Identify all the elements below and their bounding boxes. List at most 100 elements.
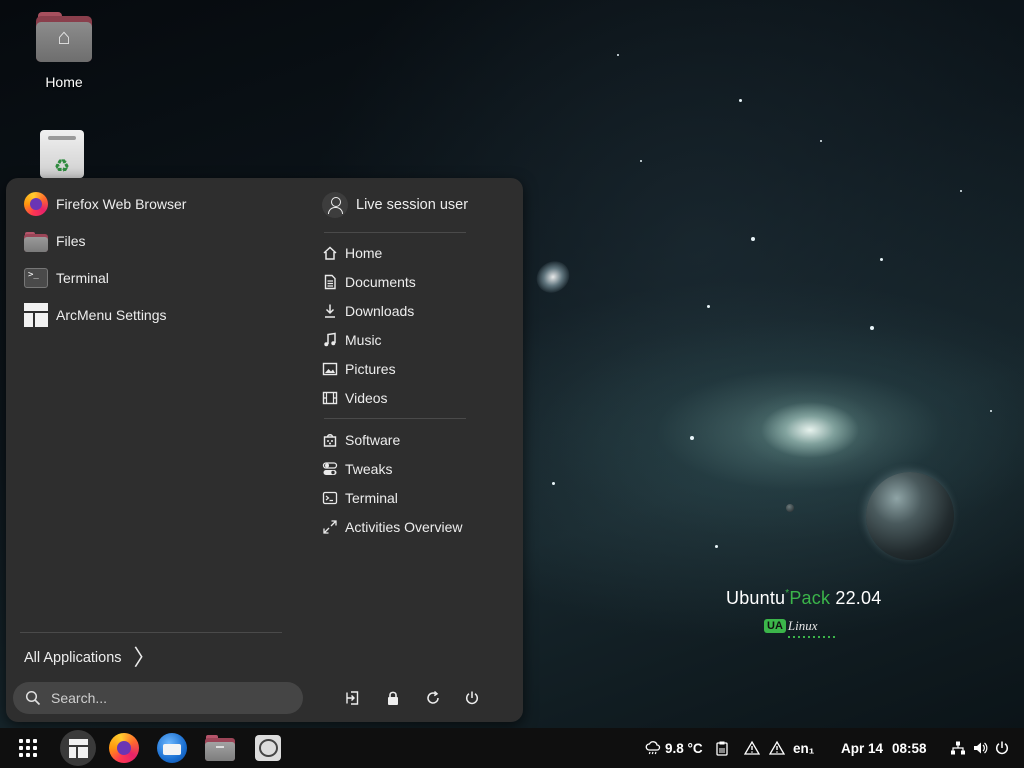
taskbar-firefox[interactable] [108,732,140,764]
brand-version: 22.04 [835,588,882,608]
taskbar-files[interactable] [204,732,236,764]
user-account-button[interactable]: Live session user [322,190,492,220]
search-box[interactable] [13,682,303,714]
software-icon [322,432,338,448]
place-label: Music [345,332,382,348]
lock-icon [388,691,398,705]
place-label: Pictures [345,361,396,377]
shortcut-tweaks[interactable]: Tweaks [322,456,512,482]
warning-indicator-2[interactable] [769,728,785,768]
brand-part1: Ubuntu [726,588,786,608]
arcmenu-button[interactable] [60,730,96,766]
logout-icon [346,691,359,705]
shortcut-label: Terminal [345,490,398,506]
arcmenu-icon [24,303,48,327]
place-documents[interactable]: Documents [322,269,512,295]
place-label: Documents [345,274,416,290]
taskbar-thunderbird[interactable] [156,732,188,764]
menu-app-firefox[interactable]: Firefox Web Browser [24,189,294,219]
firefox-icon [24,192,48,216]
desktop-icon-home[interactable]: ⌂ Home [24,10,104,90]
terminal-icon: >_ [24,268,48,288]
all-applications-label: All Applications [24,650,122,666]
document-icon [322,274,338,290]
menu-app-files[interactable]: Files [24,226,294,256]
chat-icon [255,735,281,761]
shortcut-software[interactable]: Software [322,427,512,453]
home-icon [322,245,338,261]
clipboard-icon [716,741,728,756]
shortcut-activities-overview[interactable]: Activities Overview [322,514,512,540]
shortcut-terminal[interactable]: Terminal [322,485,512,511]
shortcut-label: Software [345,432,401,448]
galaxy [530,254,576,300]
ua-badge: UA [764,619,786,633]
star [707,305,710,308]
picture-icon [322,361,338,377]
restart-button[interactable] [420,685,446,711]
volume-icon [974,742,988,754]
star [640,160,642,162]
separator [324,418,466,419]
star [690,436,694,440]
weather-indicator[interactable]: 9.8 °C [645,728,703,768]
star [617,54,619,56]
taskbar-chat[interactable] [252,732,284,764]
keyboard-layout-indicator[interactable]: en₁ [793,728,814,768]
clock-button[interactable]: Apr 14 08:58 [841,728,927,768]
expand-arrows-icon [322,519,338,535]
files-folder-icon [24,229,48,253]
terminal-icon [322,490,338,506]
lock-button[interactable] [380,685,406,711]
clipboard-indicator[interactable] [714,728,730,768]
network-icon [951,741,965,755]
power-off-button[interactable] [459,685,485,711]
app-grid-icon [19,739,37,757]
star [880,258,883,261]
power-icon [995,741,1009,755]
user-avatar-icon [322,192,348,218]
star [715,545,718,548]
place-home[interactable]: Home [322,240,512,266]
show-apps-button[interactable] [12,732,44,764]
home-folder-icon: ⌂ [36,10,92,62]
taskbar: 9.8 °C en₁ Apr 14 08:58 [0,728,1024,768]
place-pictures[interactable]: Pictures [322,356,512,382]
weather-temperature: 9.8 °C [665,740,703,756]
moon [786,504,794,512]
desktop-icon-trash[interactable]: ♻ [40,130,88,178]
menu-app-arcmenu-settings[interactable]: ArcMenu Settings [24,300,294,330]
thunderbird-icon [157,733,187,763]
restart-icon [427,690,439,704]
star [870,326,874,330]
place-downloads[interactable]: Downloads [322,298,512,324]
system-menu-button[interactable] [950,728,1010,768]
cloud-rain-icon [645,741,661,755]
app-label: Files [56,233,86,249]
trash-icon: ♻ [40,130,84,178]
app-label: Firefox Web Browser [56,196,187,212]
place-label: Home [345,245,383,261]
ualinux-logo: UA Linux [764,618,844,642]
all-applications-button[interactable]: All Applications 〉 [24,644,174,672]
star [960,190,962,192]
star [552,482,555,485]
search-input[interactable] [49,689,293,707]
star [751,237,755,241]
planet [866,472,954,560]
ualinux-dots [788,636,838,638]
keyboard-layout: en₁ [793,740,815,756]
menu-app-terminal[interactable]: >_ Terminal [24,263,294,293]
warning-indicator-1[interactable] [744,728,760,768]
logout-button[interactable] [339,685,365,711]
app-label: Terminal [56,270,109,286]
firefox-icon [109,733,139,763]
music-note-icon [322,332,338,348]
place-music[interactable]: Music [322,327,512,353]
shortcut-label: Activities Overview [345,519,463,535]
place-videos[interactable]: Videos [322,385,512,411]
power-icon [465,691,479,705]
files-icon [205,735,235,761]
ubuntupack-logo: Ubuntu*Pack 22.04 [726,588,886,609]
arcmenu-panel: Firefox Web Browser Files >_ Terminal Ar… [6,178,523,722]
